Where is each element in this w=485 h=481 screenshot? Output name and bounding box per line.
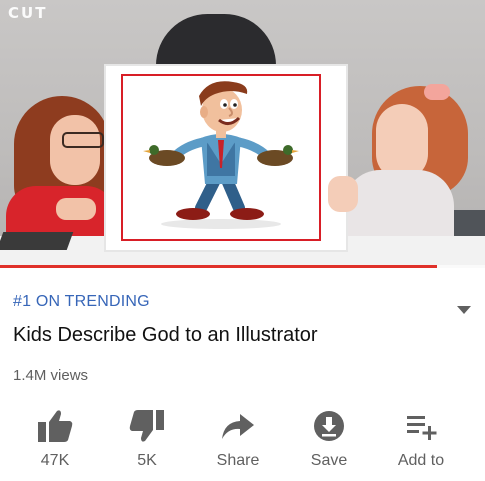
view-count: 1.4M views xyxy=(13,367,89,384)
video-title: Kids Describe God to an Illustrator xyxy=(13,324,318,346)
cartoon-man-illustration xyxy=(143,81,299,229)
cartoon-drawing xyxy=(121,74,321,241)
expand-description-icon[interactable] xyxy=(456,305,472,315)
video-player[interactable]: CUT xyxy=(0,0,485,268)
save-button[interactable]: Save xyxy=(289,404,369,474)
video-progress-bar[interactable] xyxy=(0,265,485,268)
girl-left-glasses xyxy=(62,132,104,148)
thumbs-up-icon xyxy=(38,410,73,442)
trending-badge[interactable]: #1 ON TRENDING xyxy=(13,293,150,311)
action-bar: 47K 5K Share Save Add to xyxy=(0,404,485,474)
save-label: Save xyxy=(310,452,348,469)
thumbs-down-icon xyxy=(129,410,164,442)
phone-on-table xyxy=(0,232,74,250)
add-to-label: Add to xyxy=(397,452,445,469)
girl-right-face xyxy=(376,104,428,180)
share-icon xyxy=(222,414,254,439)
girl-right-shirt xyxy=(344,170,454,246)
video-progress-fill xyxy=(0,265,437,268)
dislike-count: 5K xyxy=(137,452,157,469)
girl-left-face xyxy=(50,115,100,185)
add-to-playlist-icon xyxy=(407,416,437,440)
girl-right-hand xyxy=(328,176,358,212)
adult-head xyxy=(156,14,276,74)
like-count: 47K xyxy=(40,452,70,469)
channel-watermark: CUT xyxy=(8,4,48,22)
like-button[interactable]: 47K xyxy=(15,404,95,474)
save-icon xyxy=(314,411,344,441)
share-button[interactable]: Share xyxy=(198,404,278,474)
share-label: Share xyxy=(216,452,260,469)
add-to-playlist-button[interactable]: Add to xyxy=(381,404,461,474)
girl-right-hair-bow xyxy=(424,84,450,100)
dislike-button[interactable]: 5K xyxy=(107,404,187,474)
girl-left-hand xyxy=(56,198,96,220)
